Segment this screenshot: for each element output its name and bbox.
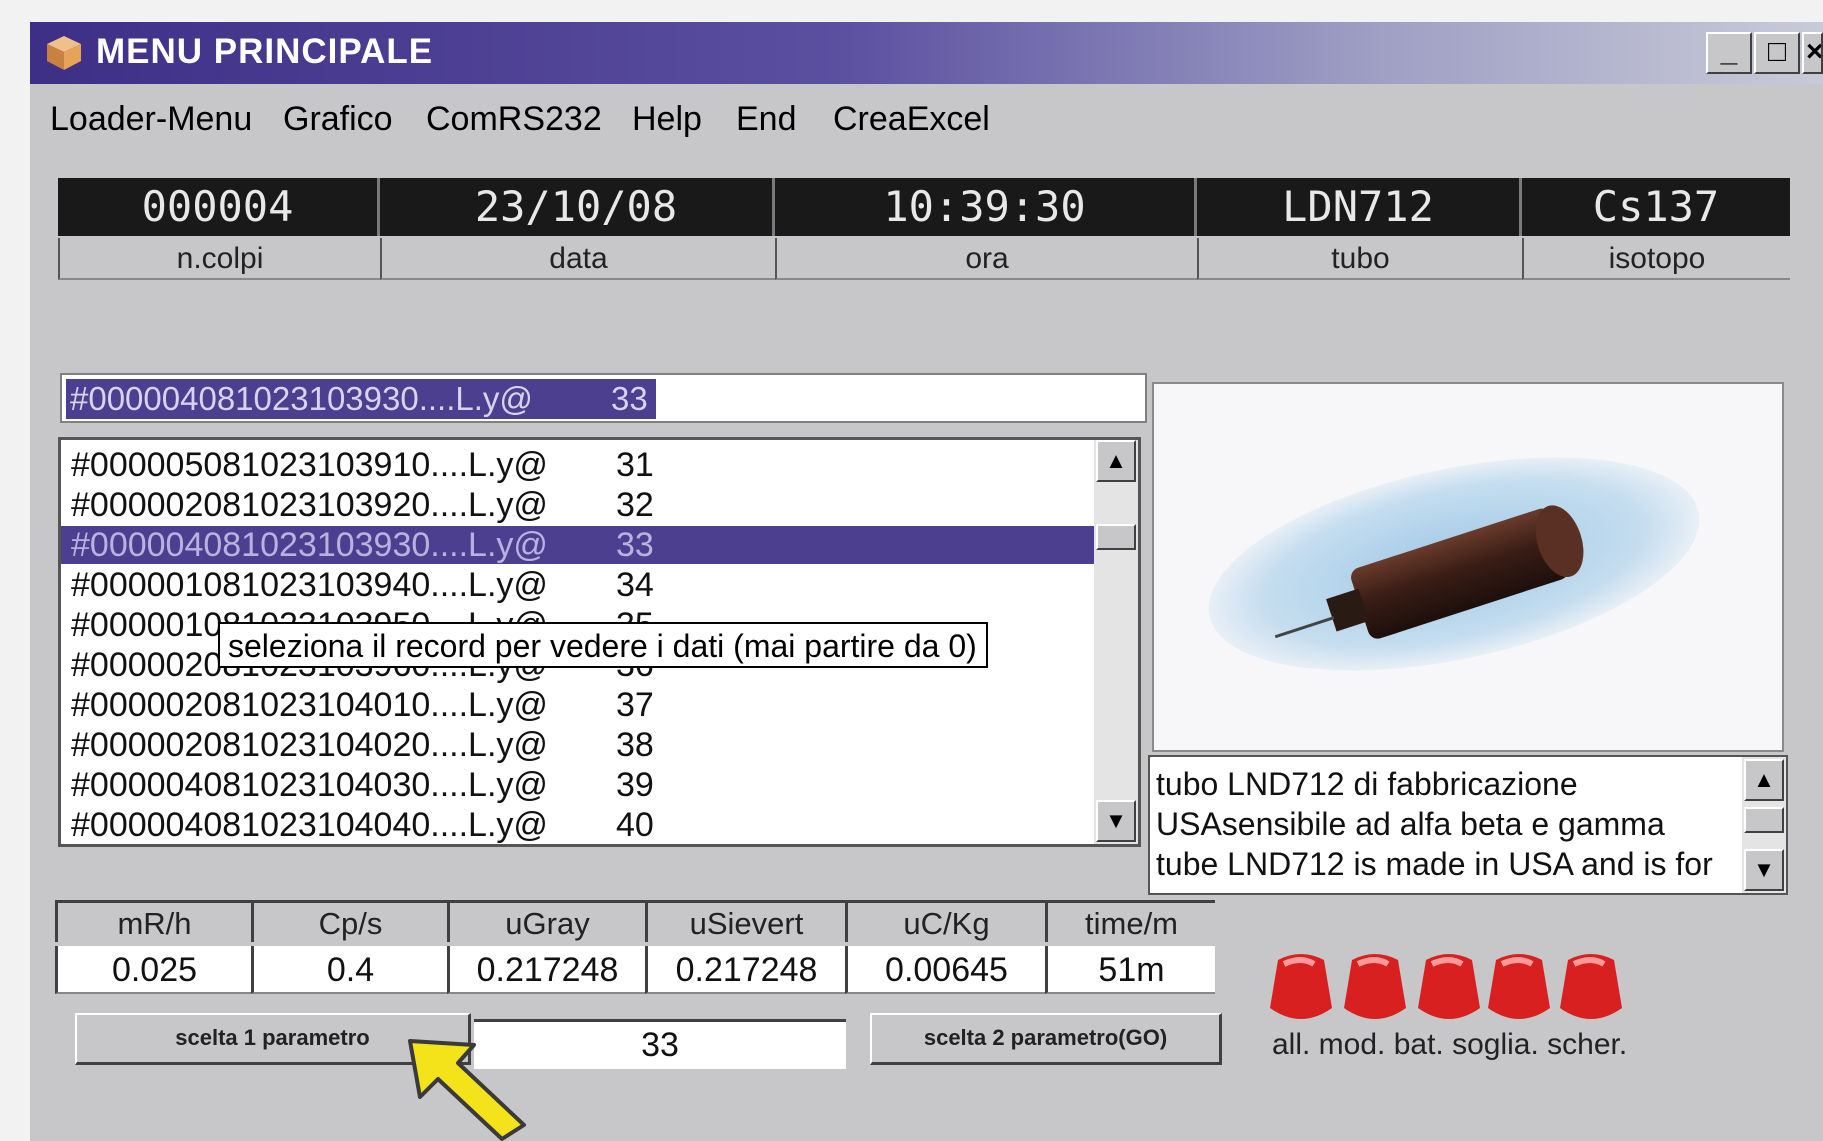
mode-led-icon	[1344, 954, 1406, 1019]
menu-comrs232[interactable]: ComRS232	[426, 100, 602, 139]
list-item[interactable]: #000004081023104040....L.y@ 40	[61, 806, 1095, 844]
uckg-label: uC/Kg	[845, 900, 1045, 942]
scroll-thumb[interactable]	[1744, 807, 1784, 833]
record-combo[interactable]: #000004081023103930....L.y@ 33	[60, 373, 1147, 423]
list-item[interactable]: #000004081023104030....L.y@ 39	[61, 766, 1095, 804]
minimize-button[interactable]: _	[1706, 32, 1752, 74]
tube-display: LDN712	[1197, 178, 1522, 236]
description-line: tube LND712 is made in USA and is for	[1156, 846, 1713, 882]
combo-selected: #000004081023103930....L.y@ 33	[66, 379, 656, 419]
list-scrollbar[interactable]: ▲ ▼	[1094, 440, 1138, 844]
list-item-selected[interactable]: #000004081023103930....L.y@ 33	[61, 526, 1095, 564]
menu-help[interactable]: Help	[632, 100, 702, 139]
threshold-led-icon	[1488, 954, 1550, 1019]
mrh-label: mR/h	[55, 900, 251, 942]
combo-record: #000004081023103930....L.y@	[70, 380, 533, 417]
close-button[interactable]: ×	[1802, 32, 1823, 74]
time-m-value: 51m	[1045, 946, 1215, 994]
menu-grafico[interactable]: Grafico	[283, 100, 393, 139]
isotope-display: Cs137	[1522, 178, 1790, 236]
battery-led-icon	[1418, 954, 1480, 1019]
combo-number: 33	[611, 380, 648, 417]
ugray-label: uGray	[447, 900, 645, 942]
menu-bar: Loader-Menu Grafico ComRS232 Help End Cr…	[30, 84, 1823, 150]
cube-icon	[47, 36, 81, 70]
description-line: USAsensibile ad alfa beta e gamma	[1156, 806, 1665, 842]
tube-image	[1152, 382, 1784, 752]
tube-label: tubo	[1197, 238, 1522, 280]
scroll-down-arrow-icon[interactable]: ▼	[1744, 849, 1784, 891]
list-item[interactable]: #000002081023103920....L.y@ 32	[61, 486, 1095, 524]
param2-go-button[interactable]: scelta 2 parametro(GO)	[870, 1013, 1222, 1065]
usievert-value: 0.217248	[645, 946, 845, 994]
indicator-labels: all. mod. bat. soglia. scher.	[1272, 1028, 1628, 1061]
alarm-led-icon	[1270, 954, 1332, 1019]
pointer-arrow-icon	[408, 1039, 526, 1141]
mrh-value: 0.025	[55, 946, 251, 994]
date-display: 23/10/08	[380, 178, 775, 236]
cps-label: Cp/s	[251, 900, 447, 942]
description-scrollbar[interactable]: ▲ ▼	[1742, 757, 1786, 893]
tube-description[interactable]: tubo LND712 di fabbricazione USAsensibil…	[1148, 755, 1788, 895]
geiger-tube-illustration	[1208, 457, 1700, 671]
description-line: tubo LND712 di fabbricazione	[1156, 766, 1578, 802]
menu-end[interactable]: End	[736, 100, 797, 139]
usievert-label: uSievert	[645, 900, 845, 942]
scroll-down-arrow-icon[interactable]: ▼	[1096, 800, 1136, 842]
tooltip: seleziona il record per vedere i dati (m…	[218, 622, 988, 668]
scroll-thumb[interactable]	[1096, 524, 1136, 550]
cps-value: 0.4	[251, 946, 447, 994]
time-m-label: time/m	[1045, 900, 1215, 942]
time-label: ora	[775, 238, 1197, 280]
list-item[interactable]: #000005081023103910....L.y@ 31	[61, 446, 1095, 484]
list-item[interactable]: #000001081023103940....L.y@ 34	[61, 566, 1095, 604]
scroll-up-arrow-icon[interactable]: ▲	[1096, 440, 1136, 482]
hits-display: 000004	[58, 178, 380, 236]
shield-led-icon	[1560, 954, 1622, 1019]
title-bar[interactable]: MENU PRINCIPALE _ □ ×	[30, 22, 1823, 84]
list-item[interactable]: #000002081023104020....L.y@ 38	[61, 726, 1095, 764]
list-item[interactable]: #000002081023104010....L.y@ 37	[61, 686, 1095, 724]
window-title: MENU PRINCIPALE	[96, 32, 434, 71]
maximize-button[interactable]: □	[1754, 32, 1800, 74]
date-label: data	[380, 238, 775, 280]
hits-label: n.colpi	[58, 238, 380, 280]
time-display: 10:39:30	[775, 178, 1197, 236]
menu-loader[interactable]: Loader-Menu	[50, 100, 252, 139]
uckg-value: 0.00645	[845, 946, 1045, 994]
scroll-up-arrow-icon[interactable]: ▲	[1744, 759, 1784, 801]
menu-creaexcel[interactable]: CreaExcel	[833, 100, 990, 139]
ugray-value: 0.217248	[447, 946, 645, 994]
isotope-label: isotopo	[1522, 238, 1790, 280]
